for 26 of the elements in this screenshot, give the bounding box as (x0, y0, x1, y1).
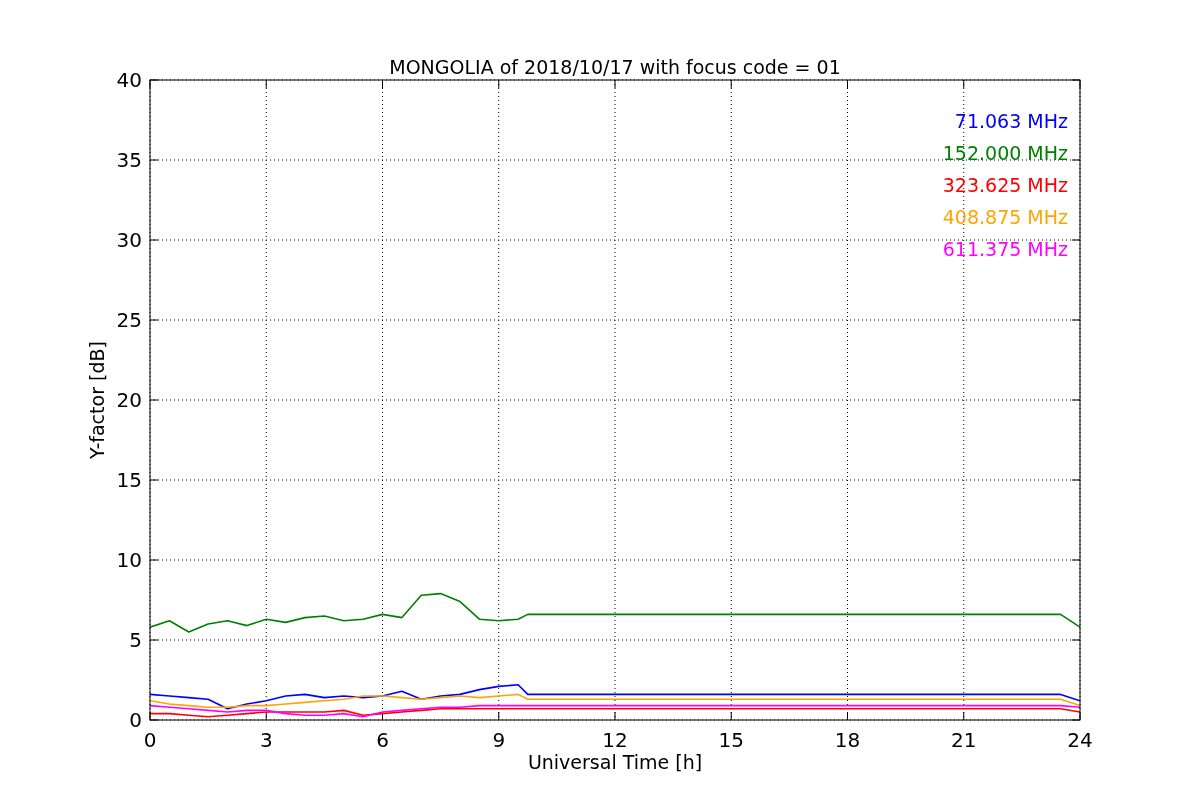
x-tick-label: 24 (1067, 728, 1093, 752)
y-axis-label: Y-factor [dB] (86, 341, 108, 459)
x-axis-label: Universal Time [h] (527, 751, 703, 773)
x-tick-label: 21 (951, 728, 977, 752)
legend-label: 71.063 MHz (954, 110, 1068, 132)
x-tick-label: 0 (143, 728, 157, 752)
legend-label: 408.875 MHz (942, 206, 1068, 228)
x-tick-label: 9 (492, 728, 506, 752)
y-tick-label: 35 (116, 148, 142, 172)
y-tick-label: 25 (116, 308, 142, 332)
x-tick-label: 6 (376, 728, 389, 752)
y-tick-label: 5 (129, 628, 142, 652)
y-tick-label: 0 (129, 708, 142, 732)
y-tick-label: 40 (116, 68, 142, 92)
legend-label: 152.000 MHz (942, 142, 1068, 164)
x-tick-label: 18 (834, 728, 861, 752)
x-tick-label: 12 (602, 728, 628, 752)
chart-title: MONGOLIA of 2018/10/17 with focus code = 01 (389, 56, 841, 78)
y-tick-label: 30 (116, 228, 142, 252)
x-tick-label: 3 (259, 728, 273, 752)
legend-label: 611.375 MHz (942, 238, 1068, 260)
legend-label: 323.625 MHz (942, 174, 1068, 196)
y-tick-label: 20 (116, 388, 142, 412)
y-tick-label: 10 (116, 548, 142, 572)
y-tick-label: 15 (116, 468, 142, 492)
x-tick-label: 15 (718, 728, 744, 752)
